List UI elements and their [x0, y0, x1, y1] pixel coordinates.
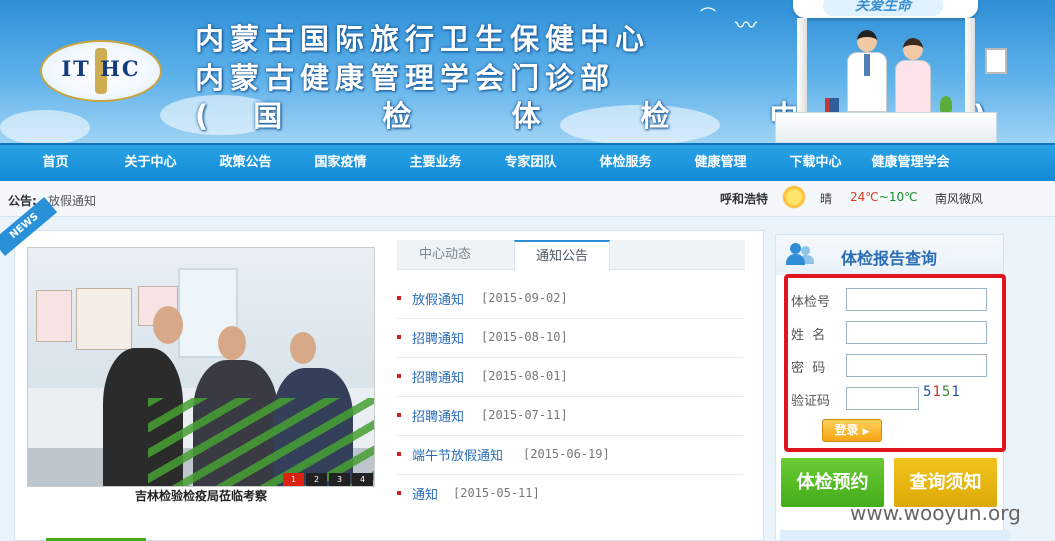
query-instructions-button[interactable]: 查询须知 — [894, 458, 997, 507]
notice-date: [2015-08-01] — [481, 369, 568, 383]
weather-condition: 晴 — [820, 192, 833, 206]
booth-sign: 关爱生命 — [823, 0, 943, 16]
notice-title[interactable]: 端午节放假通知 — [412, 445, 503, 464]
booth-pillar — [797, 18, 807, 123]
banner-strip — [780, 530, 1010, 541]
name-label: 姓 名 — [791, 328, 826, 343]
person-head — [153, 306, 183, 344]
nav-home[interactable]: 首页 — [28, 145, 83, 181]
nurse-figure — [895, 38, 931, 120]
booth-pillar — [965, 18, 975, 123]
temp-separator: ~ — [878, 190, 889, 204]
notice-title[interactable]: 招聘通知 — [412, 328, 464, 347]
weather-city: 呼和浩特 — [720, 192, 769, 206]
password-label: 密 码 — [791, 361, 826, 376]
captcha-char: 5 — [941, 384, 952, 400]
site-header: IT HC 内蒙古国际旅行卫生保健中心 内蒙古健康管理学会门诊部 (国 检 体 … — [0, 0, 1055, 143]
nav-business[interactable]: 主要业务 — [398, 145, 473, 181]
captcha-label: 验证码 — [791, 394, 831, 409]
nav-about[interactable]: 关于中心 — [113, 145, 188, 181]
bullet-icon — [397, 452, 401, 456]
list-item[interactable]: 招聘通知 [2015-07-11] — [397, 397, 743, 436]
slide-button-1[interactable]: 1 — [283, 473, 304, 486]
captcha-image[interactable]: 5151 — [923, 384, 961, 400]
notice-title[interactable]: 招聘通知 — [412, 406, 464, 425]
list-item[interactable]: 放假通知 [2015-09-02] — [397, 280, 743, 319]
bullet-icon — [397, 335, 401, 339]
tab-center-news[interactable]: 中心动态 — [397, 240, 493, 270]
sun-icon — [782, 185, 806, 209]
notice-date: [2015-05-11] — [453, 486, 540, 500]
watermark: www.wooyun.org — [850, 501, 1021, 525]
users-icon — [786, 243, 814, 267]
bullet-icon — [397, 296, 401, 300]
booth-illustration: 关爱生命 — [775, 0, 1015, 143]
seagull-icon: 〰 — [735, 14, 758, 39]
notice-date: [2015-07-11] — [481, 408, 568, 422]
bullet-icon — [397, 374, 401, 378]
announcement-link[interactable]: 放假通知 — [48, 192, 96, 209]
notice-date: [2015-08-10] — [481, 330, 568, 344]
seagull-icon: ⌒ — [700, 6, 717, 25]
booth-desk — [775, 112, 997, 143]
panel-title: 体检报告查询 — [841, 249, 938, 268]
list-item[interactable]: 端午节放假通知 [2015-06-19] — [397, 436, 743, 475]
list-item[interactable]: 招聘通知 [2015-08-10] — [397, 319, 743, 358]
password-input[interactable] — [846, 354, 987, 377]
slide-pager: 1 2 3 4 — [283, 473, 373, 486]
logo-text: IT HC — [61, 56, 141, 81]
weather-wind: 南风微风 — [935, 192, 984, 206]
bullet-icon — [397, 491, 401, 495]
news-tabs: 中心动态 通知公告 — [397, 240, 745, 271]
list-item[interactable]: 通知 [2015-05-11] — [397, 475, 743, 514]
cloud-decoration — [0, 110, 90, 143]
nav-exam-services[interactable]: 体检服务 — [588, 145, 663, 181]
notice-date: [2015-09-02] — [481, 291, 568, 305]
list-item[interactable]: 招聘通知 [2015-08-01] — [397, 358, 743, 397]
tab-notices[interactable]: 通知公告 — [514, 240, 610, 271]
temp-high: 24℃ — [850, 190, 879, 204]
slide-button-3[interactable]: 3 — [329, 473, 350, 486]
wall-poster — [76, 288, 132, 350]
site-title-line1: 内蒙古国际旅行卫生保健中心 — [195, 22, 651, 56]
main-nav: 首页 关于中心 政策公告 国家疫情 主要业务 专家团队 体检服务 健康管理 下载… — [0, 143, 1055, 181]
site-title-line2: 内蒙古健康管理学会门诊部 — [195, 61, 616, 95]
temp-low: 10℃ — [888, 190, 918, 204]
captcha-char: 1 — [951, 384, 961, 400]
doctor-figure — [847, 30, 887, 115]
notice-title[interactable]: 放假通知 — [412, 289, 464, 308]
bullet-icon — [397, 413, 401, 417]
login-label: 登录 — [834, 423, 859, 437]
exam-number-input[interactable] — [846, 288, 987, 311]
slide-button-2[interactable]: 2 — [306, 473, 327, 486]
person-head — [290, 332, 316, 364]
appointment-button[interactable]: 体检预约 — [781, 458, 884, 507]
picture-frame-icon — [985, 48, 1007, 74]
notice-date: [2015-06-19] — [523, 447, 610, 461]
captcha-input[interactable] — [846, 387, 919, 410]
announcement-bar: 公告: 放假通知 呼和浩特 晴 24℃~10℃ 南风微风 — [0, 181, 1055, 217]
plant-icon — [940, 96, 952, 112]
weather-temperature: 24℃~10℃ — [850, 190, 918, 204]
news-caption[interactable]: 吉林检验检疫局莅临考察 — [27, 487, 375, 504]
nav-policy[interactable]: 政策公告 — [208, 145, 283, 181]
notice-title[interactable]: 通知 — [412, 484, 438, 503]
name-input[interactable] — [846, 321, 987, 344]
news-photo[interactable] — [27, 247, 375, 487]
nav-health-management[interactable]: 健康管理 — [683, 145, 758, 181]
nav-epidemic[interactable]: 国家疫情 — [303, 145, 378, 181]
nav-society[interactable]: 健康管理学会 — [863, 145, 958, 181]
chevron-right-icon: ▶ — [862, 427, 870, 437]
panel-header: 体检报告查询 — [776, 235, 1003, 275]
slide-button-4[interactable]: 4 — [352, 473, 373, 486]
nav-downloads[interactable]: 下载中心 — [778, 145, 853, 181]
wall-poster — [36, 290, 72, 342]
nav-experts[interactable]: 专家团队 — [493, 145, 568, 181]
login-button[interactable]: 登录 ▶ — [822, 419, 882, 442]
notice-title[interactable]: 招聘通知 — [412, 367, 464, 386]
person-head — [218, 326, 246, 360]
captcha-char: 1 — [932, 384, 942, 400]
exam-number-label: 体检号 — [791, 295, 831, 310]
ithc-logo[interactable]: IT HC — [40, 40, 162, 102]
